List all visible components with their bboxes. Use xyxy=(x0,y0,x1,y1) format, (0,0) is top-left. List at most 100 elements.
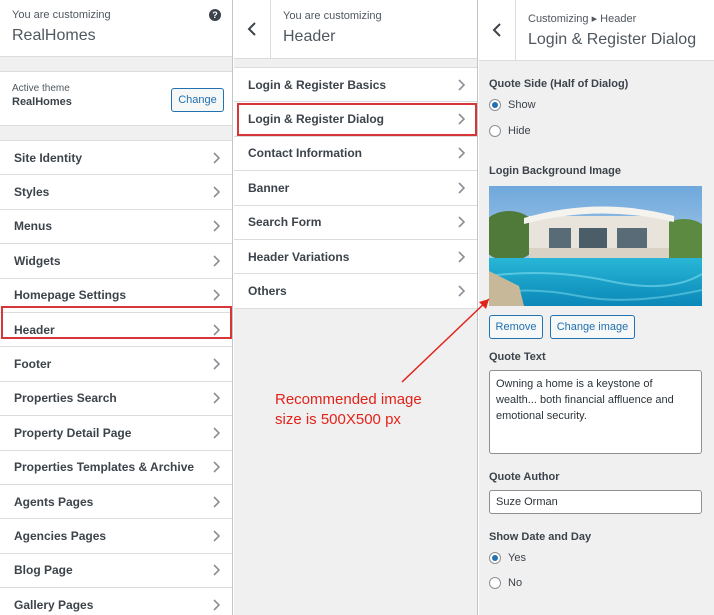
quote-side-hide-radio[interactable]: Hide xyxy=(489,125,531,137)
radio-label: Hide xyxy=(508,125,531,137)
show-date-no-radio[interactable]: No xyxy=(489,577,522,589)
menu-item-label: Property Detail Page xyxy=(14,425,132,440)
radio-label: No xyxy=(508,577,523,589)
chevron-right-icon xyxy=(458,147,465,160)
chevron-right-icon xyxy=(213,461,220,473)
header-item-banner[interactable]: Banner xyxy=(234,171,477,206)
menu-item-styles[interactable]: Styles xyxy=(0,175,232,210)
chevron-right-icon xyxy=(213,427,220,439)
back-button[interactable] xyxy=(234,0,271,58)
chevron-right-icon xyxy=(213,152,220,164)
customizer-header: You are customizing RealHomes ? xyxy=(0,0,232,57)
chevron-right-icon xyxy=(213,392,220,404)
help-icon[interactable]: ? xyxy=(209,9,221,21)
chevron-right-icon xyxy=(213,220,220,233)
menu-item-label: Styles xyxy=(14,185,50,200)
menu-item-label: Agents Pages xyxy=(14,494,94,509)
chevron-right-icon xyxy=(213,289,220,301)
header-item-search-form[interactable]: Search Form xyxy=(234,205,477,240)
login-register-dialog-panel: Customizing ▸ Header Login & Register Di… xyxy=(479,0,714,615)
radio-label: Show xyxy=(508,99,536,111)
chevron-right-icon xyxy=(213,496,220,508)
radio-unchecked-icon xyxy=(489,577,501,589)
menu-item-label: Menus xyxy=(14,219,53,234)
menu-item-widgets[interactable]: Widgets xyxy=(0,244,232,279)
customizing-label: You are customizing xyxy=(283,10,382,22)
menu-item-header[interactable]: Header xyxy=(0,312,232,348)
menu-item-menus[interactable]: Menus xyxy=(0,209,232,245)
header-item-others[interactable]: Others xyxy=(234,274,477,309)
active-theme-section: Active theme RealHomes Change xyxy=(0,71,232,126)
chevron-right-icon xyxy=(458,113,465,125)
menu-item-agencies-pages[interactable]: Agencies Pages xyxy=(0,519,232,554)
menu-item-label: Gallery Pages xyxy=(14,597,94,612)
chevron-right-icon xyxy=(458,182,465,194)
menu-item-label: Login & Register Basics xyxy=(248,77,387,92)
chevron-right-icon xyxy=(213,324,220,336)
chevron-right-icon xyxy=(213,358,220,370)
login-bg-title: Login Background Image xyxy=(489,165,622,177)
header-item-login-register-basics[interactable]: Login & Register Basics xyxy=(234,68,477,103)
quote-author-title: Quote Author xyxy=(489,471,560,483)
annotation-line-2: size is 500X500 px xyxy=(275,411,401,428)
chevron-right-icon xyxy=(213,564,220,576)
menu-item-agents-pages[interactable]: Agents Pages xyxy=(0,484,232,520)
chevron-right-icon xyxy=(213,255,220,267)
chevron-left-icon xyxy=(247,22,256,36)
quote-text-title: Quote Text xyxy=(489,351,546,363)
menu-item-site-identity[interactable]: Site Identity xyxy=(0,141,232,176)
menu-item-footer[interactable]: Footer xyxy=(0,347,232,382)
site-title: RealHomes xyxy=(12,27,96,44)
annotation-text: Recommended image size is 500X500 px xyxy=(275,390,422,430)
show-date-yes-radio[interactable]: Yes xyxy=(489,552,526,564)
menu-item-blog-page[interactable]: Blog Page xyxy=(0,553,232,589)
chevron-right-icon xyxy=(458,285,465,297)
radio-unchecked-icon xyxy=(489,125,501,137)
menu-item-homepage-settings[interactable]: Homepage Settings xyxy=(0,278,232,313)
annotation-line-1: Recommended image xyxy=(275,391,422,408)
menu-item-property-detail-page[interactable]: Property Detail Page xyxy=(0,416,232,451)
section-title: Login & Register Dialog xyxy=(528,31,697,48)
quote-author-input[interactable]: Suze Orman xyxy=(489,490,702,514)
login-background-image xyxy=(489,186,702,306)
menu-item-label: Header xyxy=(14,322,55,337)
menu-item-label: Properties Search xyxy=(14,391,117,406)
chevron-right-icon xyxy=(458,79,465,91)
menu-item-label: Footer xyxy=(14,357,52,372)
menu-item-label: Widgets xyxy=(14,253,61,268)
quote-side-show-radio[interactable]: Show xyxy=(489,99,536,111)
menu-item-label: Blog Page xyxy=(14,563,73,578)
section-title: Header xyxy=(283,28,336,45)
menu-item-label: Site Identity xyxy=(14,150,83,165)
radio-checked-icon xyxy=(489,552,501,564)
customizing-label: You are customizing xyxy=(12,9,111,21)
menu-item-label: Agencies Pages xyxy=(14,528,107,543)
menu-item-label: Others xyxy=(248,284,287,299)
menu-item-properties-search[interactable]: Properties Search xyxy=(0,381,232,417)
customizer-section-list: Site Identity Styles Menus Widgets Homepage … xyxy=(0,140,232,615)
menu-item-label: Banner xyxy=(248,180,290,195)
show-date-title: Show Date and Day xyxy=(489,531,592,543)
quote-text-textarea[interactable]: Owning a home is a keystone of wealth...… xyxy=(489,370,702,454)
menu-item-properties-templates-archive[interactable]: Properties Templates & Archive xyxy=(0,450,232,485)
back-button[interactable] xyxy=(479,0,516,60)
breadcrumb: Customizing ▸ Header xyxy=(528,13,637,25)
header-item-login-register-dialog[interactable]: Login & Register Dialog xyxy=(234,102,477,137)
quote-side-title: Quote Side (Half of Dialog) xyxy=(489,78,629,90)
chevron-right-icon xyxy=(213,530,220,542)
menu-item-label: Properties Templates & Archive xyxy=(14,460,195,475)
menu-item-gallery-pages[interactable]: Gallery Pages xyxy=(0,588,232,615)
change-theme-button[interactable]: Change xyxy=(171,88,224,112)
chevron-right-icon xyxy=(458,251,465,263)
radio-checked-icon xyxy=(489,99,501,111)
menu-item-label: Contact Information xyxy=(248,146,362,161)
chevron-left-icon xyxy=(492,23,501,37)
change-image-button[interactable]: Change image xyxy=(550,315,635,339)
chevron-right-icon xyxy=(458,216,465,228)
remove-image-button[interactable]: Remove xyxy=(489,315,543,339)
header-section-list: Login & Register Basics Login & Register … xyxy=(234,67,477,309)
menu-item-label: Search Form xyxy=(248,215,322,230)
header-item-header-variations[interactable]: Header Variations xyxy=(234,239,477,275)
header-item-contact-information[interactable]: Contact Information xyxy=(234,136,477,172)
menu-item-label: Login & Register Dialog xyxy=(248,112,385,127)
